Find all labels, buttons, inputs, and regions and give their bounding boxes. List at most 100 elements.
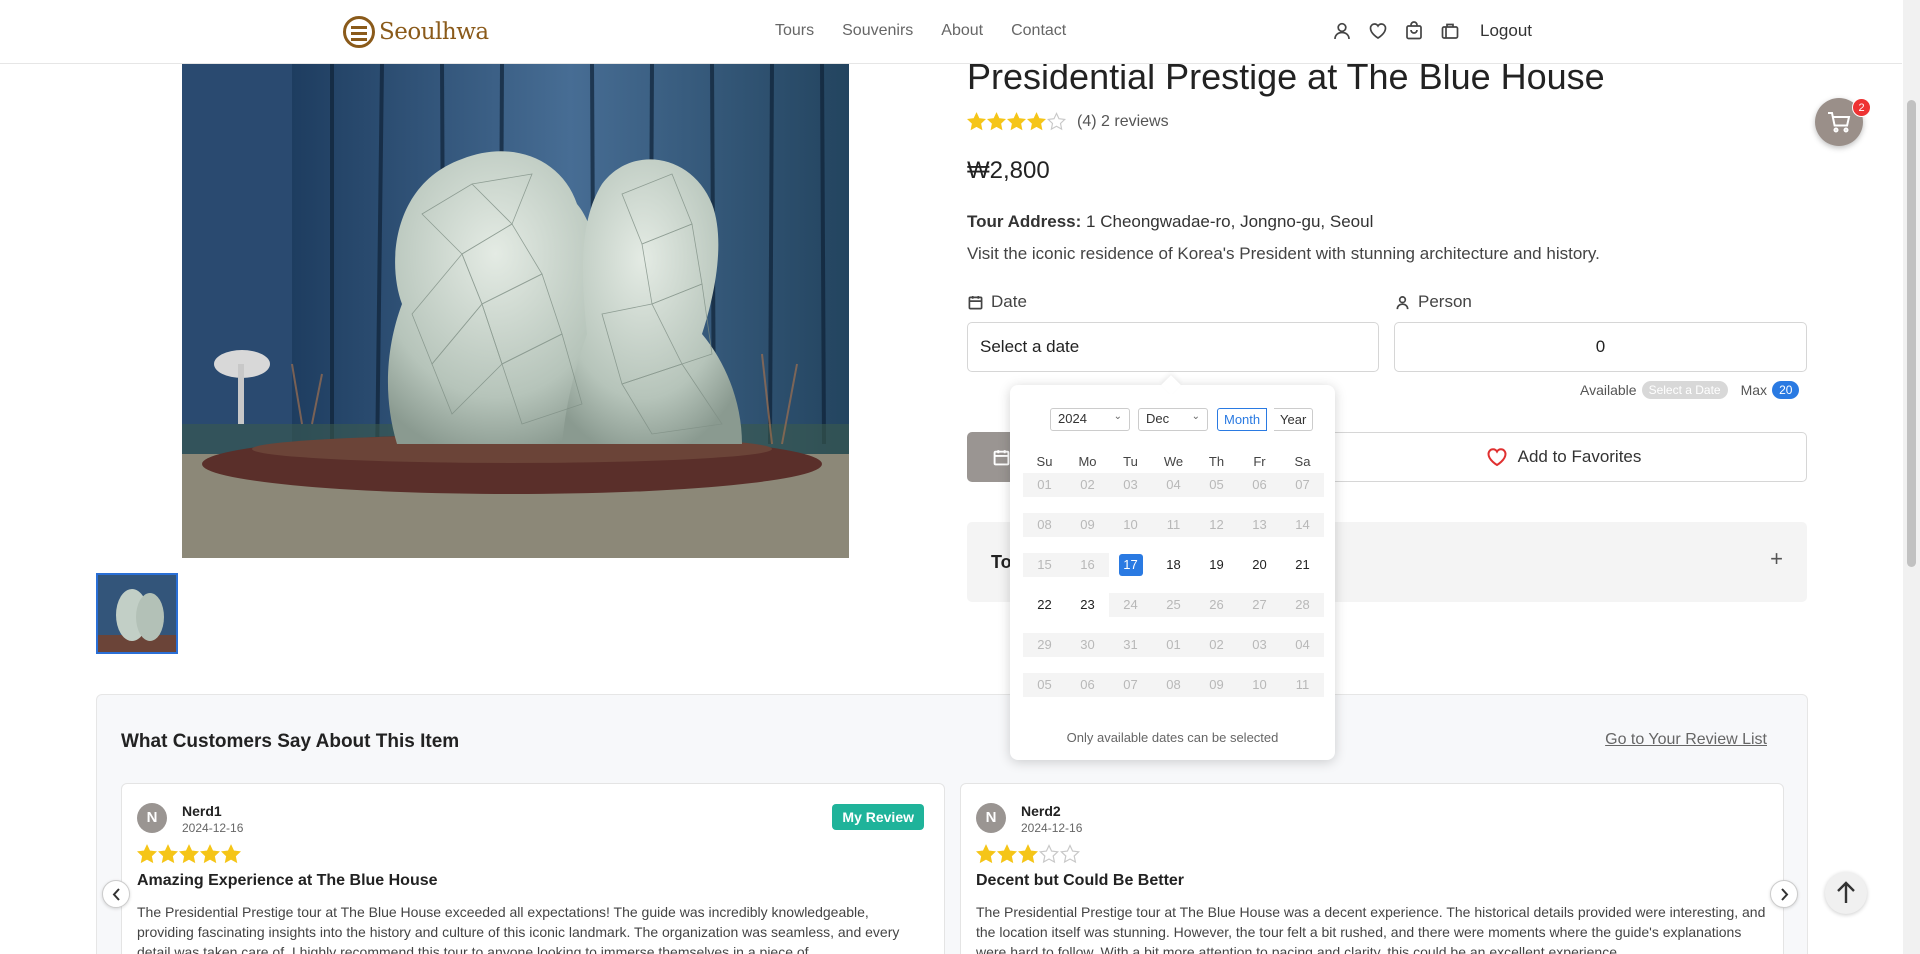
review-list-link[interactable]: Go to Your Review List <box>1605 731 1767 749</box>
carousel-next-button[interactable] <box>1770 880 1798 908</box>
popup-arrow <box>1161 375 1181 395</box>
star-filled-icon <box>179 844 199 864</box>
calendar-week-row: 08 09 10 11 12 13 14 <box>1023 513 1324 537</box>
review-date: 2024-12-16 <box>1021 821 1083 835</box>
sculpture-photo <box>182 64 849 558</box>
star-filled-icon <box>967 112 986 131</box>
avatar: N <box>976 803 1006 833</box>
calendar-day: 03 <box>1109 473 1152 497</box>
calendar-day: 07 <box>1281 473 1324 497</box>
calendar-day: 02 <box>1066 473 1109 497</box>
date-input[interactable]: Select a date <box>967 322 1379 372</box>
calendar-day: 01 <box>1023 473 1066 497</box>
page-scrollbar[interactable] <box>1903 0 1920 954</box>
scroll-to-top-button[interactable] <box>1825 872 1867 914</box>
calendar-day[interactable]: 20 <box>1238 553 1281 577</box>
product-price: ₩2,800 <box>967 157 1050 184</box>
calendar-day: 06 <box>1238 473 1281 497</box>
product-description: Visit the iconic residence of Korea's Pr… <box>967 244 1600 263</box>
calendar-day-selected[interactable]: 17 <box>1109 553 1152 577</box>
calendar-icon <box>993 450 1010 466</box>
star-filled-icon <box>137 844 157 864</box>
calendar-day: 31 <box>1109 633 1152 657</box>
chevron-down-icon: ⌄ <box>1113 411 1122 422</box>
nav-about[interactable]: About <box>941 22 983 40</box>
review-date: 2024-12-16 <box>182 821 244 835</box>
favorite-label: Add to Favorites <box>1517 447 1642 466</box>
chevron-right-icon <box>1781 888 1789 901</box>
calendar-week-row: 29 30 31 01 02 03 04 <box>1023 633 1324 657</box>
calendar-day: 24 <box>1109 593 1152 617</box>
rating-stars <box>967 112 1066 131</box>
calendar-day: 08 <box>1023 513 1066 537</box>
calendar-day: 10 <box>1238 673 1281 697</box>
month-view-toggle[interactable]: Month <box>1217 408 1268 431</box>
month-select[interactable]: Dec ⌄ <box>1138 408 1208 431</box>
calendar-day[interactable]: 19 <box>1195 553 1238 577</box>
scrollbar-thumb[interactable] <box>1907 100 1916 567</box>
carousel-prev-button[interactable] <box>102 880 130 908</box>
person-icon <box>1396 295 1409 309</box>
year-view-toggle[interactable]: Year <box>1274 408 1314 431</box>
review-stars <box>976 844 1080 864</box>
nav-tours[interactable]: Tours <box>775 22 814 40</box>
person-label: Person <box>1395 292 1472 312</box>
user-icon[interactable] <box>1332 21 1352 41</box>
reviewer-name: Nerd2 <box>1021 803 1061 819</box>
star-filled-icon <box>997 844 1017 864</box>
star-empty-icon <box>1047 112 1066 131</box>
calendar-day: 06 <box>1066 673 1109 697</box>
calendar-day: 03 <box>1238 633 1281 657</box>
calendar-day[interactable]: 23 <box>1066 593 1109 617</box>
suitcase-icon[interactable] <box>1440 21 1460 41</box>
star-filled-icon <box>976 844 996 864</box>
bag-icon[interactable] <box>1404 21 1424 41</box>
calendar-week-row: 15 16 17 18 19 20 21 <box>1023 553 1324 577</box>
calendar-icon <box>968 295 983 309</box>
calendar-day: 13 <box>1238 513 1281 537</box>
accordion-title: To <box>991 552 1012 572</box>
star-empty-icon <box>1039 844 1059 864</box>
available-label: Available <box>1580 382 1637 398</box>
rating-count: (4) 2 reviews <box>1077 112 1169 130</box>
weekday-label: Su <box>1036 454 1053 469</box>
calendar-day: 01 <box>1152 633 1195 657</box>
weekday-label: Mo <box>1078 454 1097 469</box>
date-picker-popup: 2024 ⌄ Dec ⌄ Month Year Su Mo Tu We Th Fr … <box>1010 375 1335 760</box>
gallery-thumbnail[interactable] <box>96 573 178 654</box>
calendar-day[interactable]: 21 <box>1281 553 1324 577</box>
brand-logo[interactable]: Seoulhwa <box>343 15 489 49</box>
reviews-title: What Customers Say About This Item <box>121 731 460 752</box>
person-input[interactable]: 0 <box>1394 322 1807 372</box>
review-title: Decent but Could Be Better <box>976 872 1185 889</box>
calendar-day[interactable]: 22 <box>1023 593 1066 617</box>
logout-link[interactable]: Logout <box>1480 21 1532 41</box>
review-stars <box>137 844 241 864</box>
heart-icon[interactable] <box>1368 21 1388 41</box>
max-badge: 20 <box>1772 381 1800 399</box>
calendar-day: 15 <box>1023 553 1066 577</box>
nav-souvenirs[interactable]: Souvenirs <box>842 22 913 40</box>
calendar-day: 09 <box>1066 513 1109 537</box>
year-select[interactable]: 2024 ⌄ <box>1050 408 1130 431</box>
chevron-down-icon: ⌄ <box>1191 411 1200 422</box>
weekday-label: Fr <box>1253 454 1266 469</box>
calendar-day: 05 <box>1195 473 1238 497</box>
calendar-day: 30 <box>1066 633 1109 657</box>
date-picker-note: Only available dates can be selected <box>1066 730 1279 745</box>
cart-count-badge: 2 <box>1852 98 1871 117</box>
star-filled-icon <box>1018 844 1038 864</box>
add-to-favorites-button[interactable]: Add to Favorites <box>1320 432 1807 482</box>
calendar-day: 11 <box>1152 513 1195 537</box>
calendar-day[interactable]: 18 <box>1152 553 1195 577</box>
calendar-day: 05 <box>1023 673 1066 697</box>
weekday-label: Th <box>1208 454 1225 469</box>
review-body: The Presidential Prestige tour at The Bl… <box>976 904 1766 954</box>
star-empty-icon <box>1060 844 1080 864</box>
expand-icon[interactable]: + <box>1770 546 1783 572</box>
nav-contact[interactable]: Contact <box>1011 22 1066 40</box>
calendar-day: 12 <box>1195 513 1238 537</box>
calendar-day: 28 <box>1281 593 1324 617</box>
calendar-day: 10 <box>1109 513 1152 537</box>
header-actions: Logout <box>1332 21 1532 41</box>
